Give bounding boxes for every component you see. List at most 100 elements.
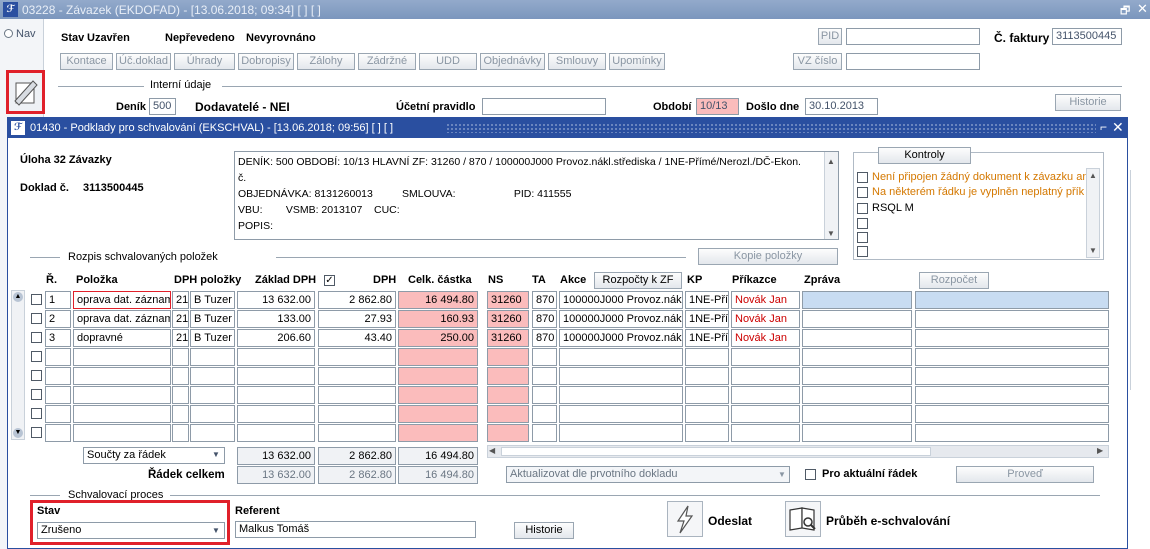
cell-dph-typ[interactable]: B Tuzer <box>190 329 235 347</box>
kontrola-checkbox-4[interactable] <box>857 218 868 229</box>
cell-r[interactable]: 1 <box>45 291 71 309</box>
vz-cislo-button[interactable]: VZ číslo <box>793 53 842 70</box>
objednavky-button[interactable]: Objednávky <box>480 53 545 70</box>
scroll-right-icon[interactable]: ▶ <box>1097 446 1103 455</box>
cell-kp[interactable]: 1NE-Přím <box>685 291 729 309</box>
cell-prikazce[interactable] <box>731 405 800 423</box>
dobropisy-button[interactable]: Dobropisy <box>238 53 294 70</box>
cell-extra[interactable] <box>915 386 1109 404</box>
pro-aktualni-checkbox[interactable] <box>805 469 816 480</box>
odeslat-button[interactable] <box>667 501 703 537</box>
row-checkbox[interactable] <box>31 294 42 305</box>
cell-zaklad[interactable] <box>237 386 315 404</box>
prubeh-button[interactable] <box>785 501 821 537</box>
vz-cislo-input[interactable] <box>846 53 980 70</box>
grid-scrollbar[interactable]: ▲ ▼ <box>11 290 25 440</box>
cell-ta[interactable]: 870 <box>532 291 557 309</box>
kontrola-checkbox-3[interactable] <box>857 203 868 214</box>
cell-ns[interactable] <box>487 424 529 442</box>
kontroly-button[interactable]: Kontroly <box>878 147 971 164</box>
cell-akce[interactable] <box>559 424 683 442</box>
cell-r[interactable] <box>45 367 71 385</box>
ucdoklad-button[interactable]: Úč.doklad <box>116 53 171 70</box>
cell-dph-typ[interactable] <box>190 424 235 442</box>
cell-ta[interactable] <box>532 405 557 423</box>
cell-dph-code[interactable] <box>172 424 189 442</box>
cell-dph-code[interactable]: 21 <box>172 291 189 309</box>
cell-dph[interactable] <box>318 367 396 385</box>
cell-extra[interactable] <box>915 424 1109 442</box>
row-checkbox[interactable] <box>31 332 42 343</box>
cell-zprava[interactable] <box>802 405 912 423</box>
cell-prikazce[interactable]: Novák Jan <box>731 310 800 328</box>
cell-ns[interactable] <box>487 348 529 366</box>
cell-r[interactable] <box>45 386 71 404</box>
pid-input[interactable] <box>846 28 980 45</box>
denik-input[interactable]: 500 <box>149 98 176 115</box>
cell-ta[interactable] <box>532 367 557 385</box>
minimize-icon[interactable]: ⌐ <box>1100 120 1107 134</box>
cell-akce[interactable] <box>559 348 683 366</box>
approval-tool-button[interactable] <box>6 70 45 114</box>
cell-celk[interactable] <box>398 386 478 404</box>
scroll-down-icon[interactable]: ▼ <box>13 428 23 438</box>
cell-polozka[interactable] <box>73 367 171 385</box>
cell-ta[interactable] <box>532 424 557 442</box>
scroll-down-icon[interactable]: ▼ <box>827 226 835 239</box>
cell-akce[interactable] <box>559 405 683 423</box>
cell-celk[interactable] <box>398 424 478 442</box>
cell-zprava[interactable] <box>802 310 912 328</box>
cell-celk[interactable]: 160.93 <box>398 310 478 328</box>
cell-dph[interactable] <box>318 386 396 404</box>
cell-zprava[interactable] <box>802 424 912 442</box>
cell-ns[interactable]: 31260 <box>487 329 529 347</box>
kontace-button[interactable]: Kontace <box>60 53 113 70</box>
cell-dph-typ[interactable] <box>190 348 235 366</box>
rozpocet-button[interactable]: Rozpočet <box>919 272 989 289</box>
cell-kp[interactable] <box>685 405 729 423</box>
cell-ta[interactable] <box>532 348 557 366</box>
cell-dph[interactable]: 43.40 <box>318 329 396 347</box>
nav-radio-icon[interactable] <box>4 29 13 38</box>
cell-kp[interactable]: 1NE-Přím <box>685 329 729 347</box>
modal-close-icon[interactable]: ✕ <box>1112 119 1124 136</box>
cell-zaklad[interactable] <box>237 348 315 366</box>
row-checkbox[interactable] <box>31 408 42 419</box>
cell-dph-typ[interactable] <box>190 367 235 385</box>
row-checkbox[interactable] <box>31 389 42 400</box>
cell-ns[interactable]: 31260 <box>487 310 529 328</box>
cell-dph-code[interactable] <box>172 405 189 423</box>
scroll-up-icon[interactable]: ▲ <box>827 154 835 170</box>
cell-celk[interactable] <box>398 405 478 423</box>
doslo-dne-input[interactable]: 30.10.2013 <box>805 98 878 115</box>
cell-r[interactable]: 3 <box>45 329 71 347</box>
cell-dph[interactable]: 2 862.80 <box>318 291 396 309</box>
scroll-up-icon[interactable]: ▲ <box>1089 171 1097 180</box>
cell-prikazce[interactable] <box>731 348 800 366</box>
cell-r[interactable] <box>45 405 71 423</box>
cell-ta[interactable]: 870 <box>532 329 557 347</box>
cell-extra[interactable] <box>915 367 1109 385</box>
kontrola-checkbox-1[interactable] <box>857 172 868 183</box>
cell-prikazce[interactable]: Novák Jan <box>731 291 800 309</box>
cell-polozka[interactable] <box>73 348 171 366</box>
cell-celk[interactable] <box>398 348 478 366</box>
schval-stav-select[interactable]: Zrušeno <box>37 522 225 539</box>
cell-dph[interactable]: 27.93 <box>318 310 396 328</box>
cell-polozka[interactable] <box>73 424 171 442</box>
soucty-dropdown-icon[interactable]: ▼ <box>212 450 220 459</box>
cell-akce[interactable] <box>559 386 683 404</box>
referent-input[interactable]: Malkus Tomáš <box>235 521 476 538</box>
kontrola-checkbox-2[interactable] <box>857 187 868 198</box>
scroll-down-icon[interactable]: ▼ <box>1089 246 1097 255</box>
cell-ta[interactable] <box>532 386 557 404</box>
cell-zprava[interactable] <box>802 329 912 347</box>
row-checkbox[interactable] <box>31 427 42 438</box>
cell-extra[interactable] <box>915 291 1109 309</box>
cell-r[interactable]: 2 <box>45 310 71 328</box>
kontrola-checkbox-5[interactable] <box>857 232 868 243</box>
zalohy-button[interactable]: Zálohy <box>297 53 355 70</box>
stav-dropdown-icon[interactable]: ▼ <box>212 526 220 535</box>
kopie-polozky-button[interactable]: Kopie položky <box>698 248 838 265</box>
cell-ns[interactable] <box>487 405 529 423</box>
